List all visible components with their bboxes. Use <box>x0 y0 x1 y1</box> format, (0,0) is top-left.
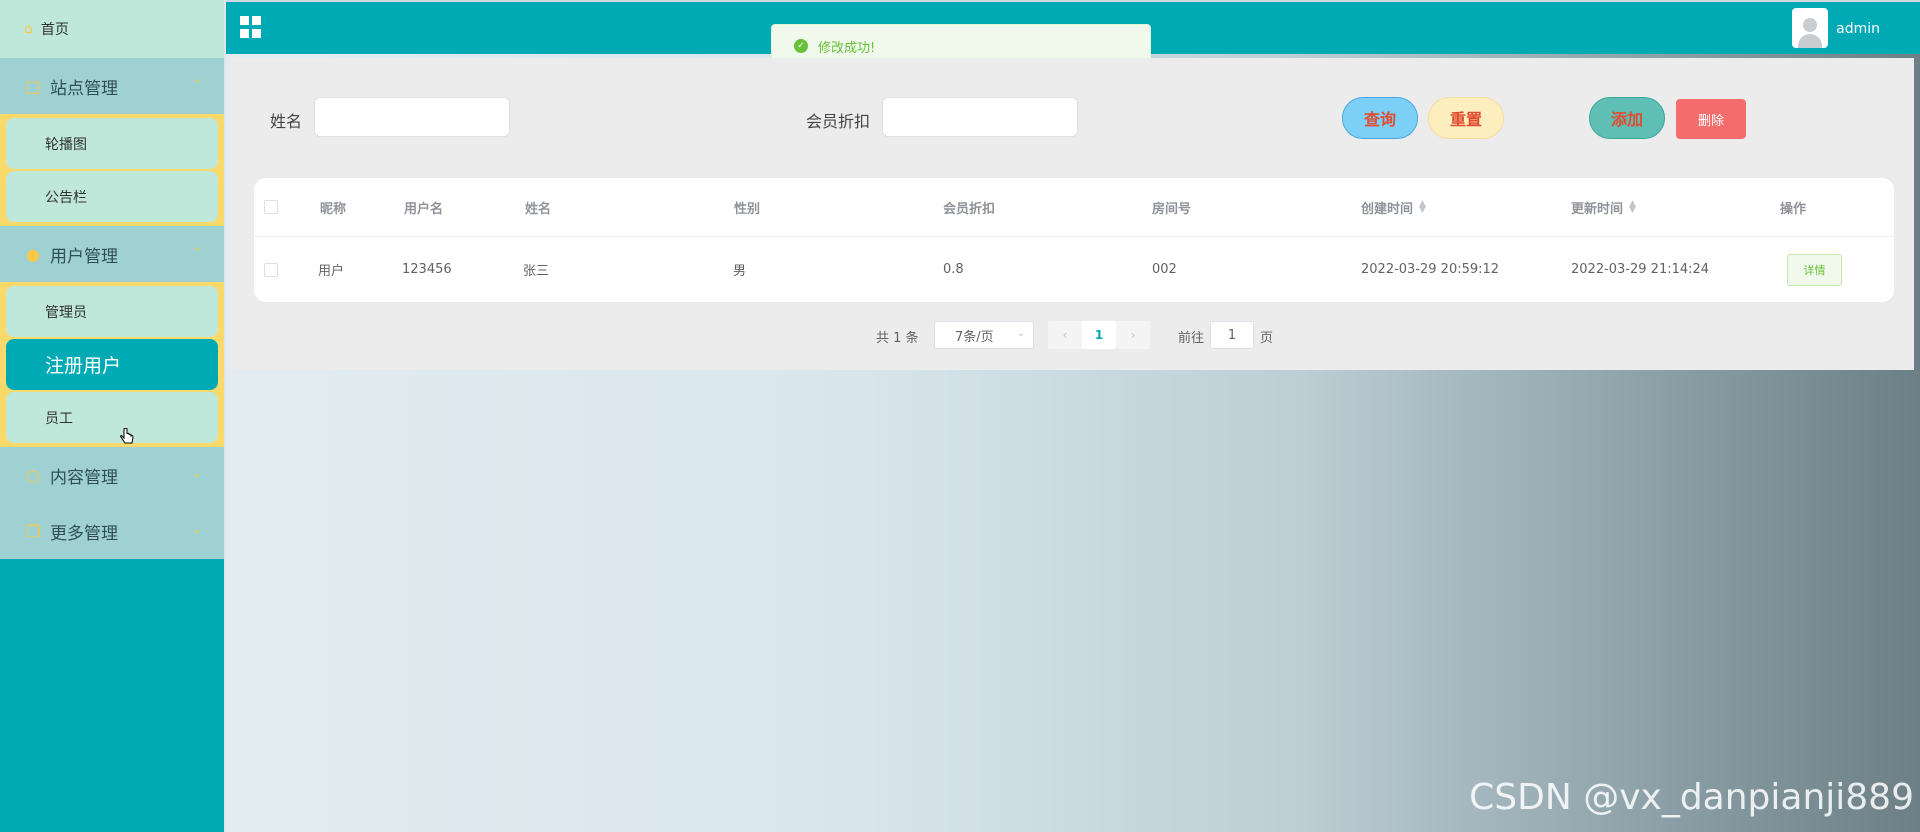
sidebar-item-carousel[interactable]: 轮播图 <box>6 118 218 169</box>
chevron-down-icon: ⌄ <box>191 466 202 480</box>
cell-created: 2022-03-29 20:59:12 <box>1361 262 1500 277</box>
goto-page-input[interactable]: 1 <box>1210 321 1254 349</box>
sort-icon[interactable]: ▲ ▼ <box>1419 200 1426 215</box>
sort-icon[interactable]: ▲ ▼ <box>1629 200 1636 215</box>
chevron-down-icon: ⌄ <box>191 522 202 536</box>
col-nickname: 昵称 <box>320 201 347 217</box>
side-menu: ⌂ 首页 □ 站点管理 ⌃ 轮播图 公告栏 ● 用户管理 ⌃ 管理员 注册用户 … <box>0 0 224 559</box>
submenu-site: 轮播图 公告栏 <box>0 114 224 226</box>
sidebar-group-label: 站点管理 <box>50 78 118 99</box>
chevron-up-icon: ⌃ <box>191 77 202 91</box>
add-button[interactable]: 添加 <box>1589 97 1665 139</box>
table-header: 昵称 用户名 姓名 性别 会员折扣 房间号 创建时间 ▲ ▼ 更新时间 ▲ ▼ 操作 <box>254 178 1894 237</box>
submenu-users: 管理员 注册用户 员工 <box>0 282 224 447</box>
col-created-label: 创建时间 <box>1361 201 1414 217</box>
username[interactable]: admin <box>1836 21 1880 37</box>
chevron-up-icon: ⌃ <box>191 245 202 259</box>
sidebar-group-content[interactable]: ○ 内容管理 ⌄ <box>0 447 224 503</box>
copy-icon: ❐ <box>25 521 41 541</box>
select-all-checkbox[interactable] <box>264 178 278 236</box>
name-search-input[interactable] <box>314 97 510 137</box>
data-table: 昵称 用户名 姓名 性别 会员折扣 房间号 创建时间 ▲ ▼ 更新时间 ▲ ▼ 操作 用… <box>254 178 1894 302</box>
cell-room: 002 <box>1152 262 1177 277</box>
check-circle-icon: ✓ <box>794 39 808 53</box>
cell-nickname: 用户 <box>318 264 345 279</box>
table-row: 用户 123456 张三 男 0.8 002 2022-03-29 20:59:… <box>254 237 1894 302</box>
cell-username: 123456 <box>402 262 452 277</box>
main-panel: 姓名 会员折扣 查询 重置 添加 删除 昵称 用户名 姓名 性别 会员折扣 房间… <box>230 58 1914 370</box>
sidebar-item-home[interactable]: ⌂ 首页 <box>0 0 224 58</box>
menu-toggle-grid-icon[interactable] <box>240 16 262 38</box>
page-suffix: 页 <box>1260 330 1274 346</box>
col-updated-label: 更新时间 <box>1571 201 1624 217</box>
discount-label: 会员折扣 <box>806 112 871 131</box>
sidebar-group-users[interactable]: ● 用户管理 ⌃ <box>0 226 224 282</box>
page-size-value: 7条/页 <box>955 329 994 345</box>
display-icon: □ <box>25 76 41 96</box>
col-updated[interactable]: 更新时间 ▲ ▼ <box>1571 178 1636 236</box>
col-username: 用户名 <box>404 201 444 217</box>
cell-gender: 男 <box>733 264 747 279</box>
sidebar-item-staff[interactable]: 员工 <box>6 392 218 443</box>
cell-updated: 2022-03-29 21:14:24 <box>1571 262 1710 277</box>
hand-cursor-icon <box>120 428 134 444</box>
sidebar-item-notice[interactable]: 公告栏 <box>6 171 218 222</box>
col-action: 操作 <box>1780 201 1807 217</box>
home-icon: ⌂ <box>24 21 33 37</box>
sidebar-group-more[interactable]: ❐ 更多管理 ⌄ <box>0 503 224 559</box>
goto-label: 前往 <box>1178 330 1205 346</box>
cell-name: 张三 <box>523 264 550 279</box>
name-label: 姓名 <box>270 112 303 131</box>
discount-search-input[interactable] <box>882 97 1078 137</box>
col-room: 房间号 <box>1152 201 1192 217</box>
reset-button[interactable]: 重置 <box>1428 97 1504 139</box>
toast-message: 修改成功! <box>818 40 876 56</box>
col-created[interactable]: 创建时间 ▲ ▼ <box>1361 178 1426 236</box>
page-number-current[interactable]: 1 <box>1082 321 1116 349</box>
prev-page-icon[interactable]: ‹ <box>1048 321 1082 349</box>
sidebar: ⌂ 首页 □ 站点管理 ⌃ 轮播图 公告栏 ● 用户管理 ⌃ 管理员 注册用户 … <box>0 0 226 832</box>
row-checkbox[interactable] <box>264 237 278 302</box>
col-discount: 会员折扣 <box>943 201 996 217</box>
detail-button[interactable]: 详情 <box>1787 253 1842 286</box>
detail-button-wrap: 详情 <box>1787 237 1842 302</box>
sidebar-item-registered-users[interactable]: 注册用户 <box>6 339 218 390</box>
query-button[interactable]: 查询 <box>1342 97 1418 139</box>
sidebar-item-label: 轮播图 <box>45 136 87 153</box>
sidebar-item-label: 管理员 <box>45 304 87 321</box>
user-icon: ● <box>26 244 40 264</box>
message-icon: ○ <box>26 465 40 485</box>
col-name: 姓名 <box>525 201 552 217</box>
sidebar-item-label: 首页 <box>40 22 69 38</box>
sidebar-group-label: 更多管理 <box>50 523 118 544</box>
sidebar-group-label: 用户管理 <box>50 246 118 267</box>
sidebar-item-label: 公告栏 <box>45 189 87 206</box>
chevron-down-icon: ⌄ <box>1016 328 1025 339</box>
sidebar-item-label: 员工 <box>45 410 73 427</box>
page-size-select[interactable]: 7条/页 ⌄ <box>934 321 1034 349</box>
sidebar-group-label: 内容管理 <box>50 467 118 488</box>
col-gender: 性别 <box>734 201 761 217</box>
sidebar-group-site[interactable]: □ 站点管理 ⌃ <box>0 58 224 114</box>
watermark: CSDN @vx_danpianji889 <box>1469 777 1914 818</box>
avatar[interactable] <box>1792 8 1828 48</box>
sidebar-item-admin[interactable]: 管理员 <box>6 286 218 337</box>
sidebar-item-label: 注册用户 <box>45 355 122 377</box>
pagination-total: 共 1 条 <box>876 330 919 346</box>
cell-discount: 0.8 <box>943 262 964 277</box>
delete-button[interactable]: 删除 <box>1676 99 1746 139</box>
next-page-icon[interactable]: › <box>1116 321 1150 349</box>
